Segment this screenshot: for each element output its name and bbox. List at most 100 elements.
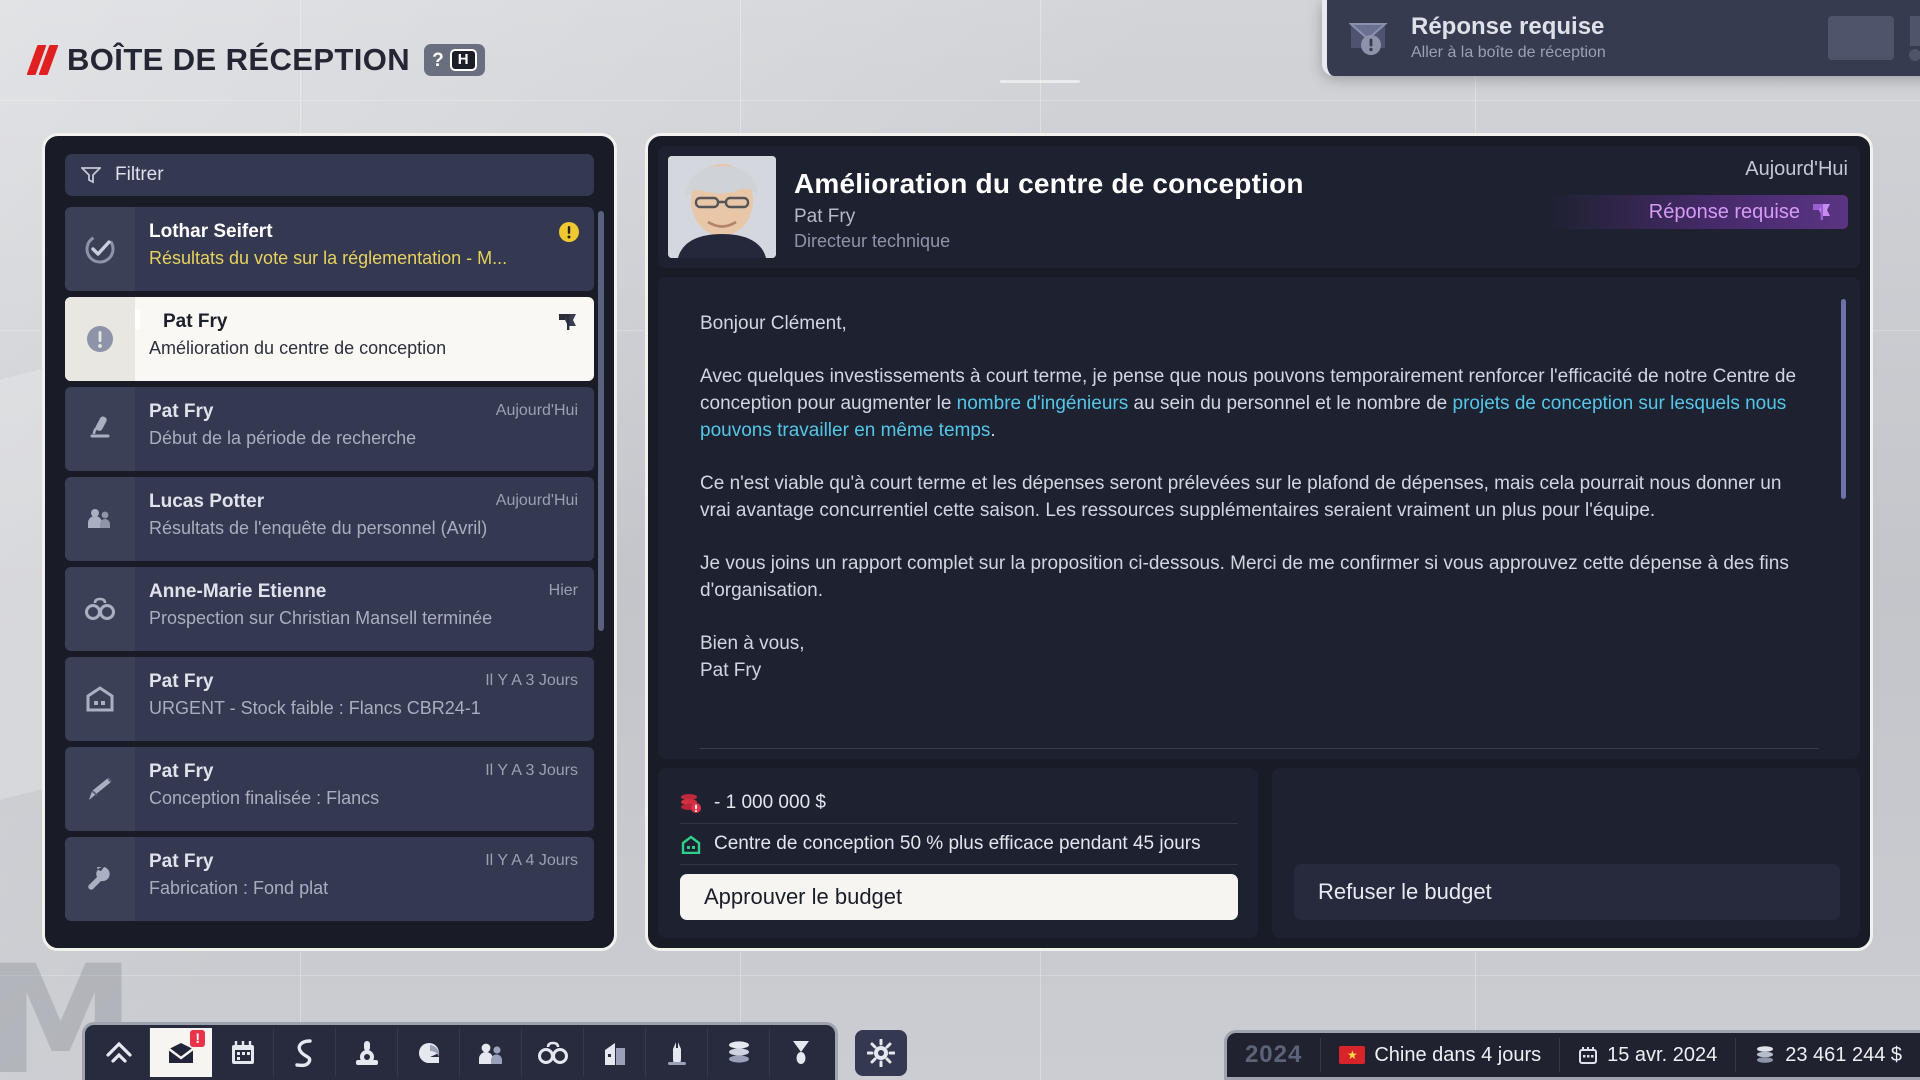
warehouse-icon bbox=[65, 657, 135, 741]
divider bbox=[700, 748, 1818, 749]
list-item-subject: Conception finalisée : Flancs bbox=[149, 788, 380, 808]
inbox-badge: ! bbox=[190, 1030, 205, 1047]
calendar-icon bbox=[229, 1039, 257, 1067]
page-title: BOÎTE DE RÉCEPTION ? H bbox=[26, 42, 485, 78]
list-item[interactable]: Pat Fry URGENT - Stock faible : Flancs C… bbox=[65, 657, 594, 741]
settings-button[interactable] bbox=[855, 1030, 907, 1076]
mail-signoff: Bien à vous, Pat Fry bbox=[700, 631, 1814, 685]
filter-label: Filtrer bbox=[115, 164, 164, 185]
next-race-label: Chine dans 4 jours bbox=[1374, 1043, 1542, 1066]
track-icon bbox=[292, 1038, 318, 1068]
approve-budget-button[interactable]: Approuver le budget bbox=[680, 874, 1238, 920]
status-badge: Réponse requise bbox=[1548, 195, 1848, 229]
taskbar-item-car-setup[interactable] bbox=[336, 1028, 398, 1077]
season-year-cell: 2024 bbox=[1227, 1038, 1322, 1072]
approve-budget-label: Approuver le budget bbox=[704, 884, 903, 909]
taskbar-item-helmet[interactable] bbox=[398, 1028, 460, 1077]
help-key-badge: H bbox=[449, 48, 477, 72]
mail-paragraph-1: Avec quelques investissements à court te… bbox=[700, 364, 1814, 445]
status-bar: 2024 ★ Chine dans 4 jours 15 avr. 2024 2… bbox=[1223, 1030, 1920, 1080]
taskbar-item-calendar[interactable] bbox=[212, 1028, 274, 1077]
staff-icon bbox=[65, 477, 135, 561]
list-item-time: Il Y A 4 Jours bbox=[485, 852, 578, 869]
reply-badge-label: Réponse requise bbox=[1648, 200, 1800, 223]
taskbar-item-finance[interactable] bbox=[708, 1028, 770, 1077]
taskbar-item-headquarters[interactable] bbox=[584, 1028, 646, 1077]
taskbar-item-scouting[interactable] bbox=[522, 1028, 584, 1077]
selected-marker bbox=[135, 309, 140, 329]
wrench-icon bbox=[65, 837, 135, 921]
list-item-subject: URGENT - Stock faible : Flancs CBR24-1 bbox=[149, 698, 481, 718]
envelope-alert-icon bbox=[1349, 20, 1395, 56]
check-circle-icon bbox=[65, 207, 135, 291]
list-item-sender: Pat Fry bbox=[163, 311, 228, 332]
bg-tick bbox=[1000, 80, 1080, 83]
mail-body: Bonjour Clément, Avec quelques investiss… bbox=[658, 277, 1860, 759]
p1-link-engineers[interactable]: nombre d'ingénieurs bbox=[957, 393, 1129, 414]
list-item[interactable]: Pat Fry Fabrication : Fond plat Il Y A 4… bbox=[65, 837, 594, 921]
brand-slashes-icon bbox=[26, 45, 59, 75]
mail-date: Aujourd'Hui bbox=[1745, 158, 1848, 180]
signature-text: Pat Fry bbox=[700, 659, 762, 681]
list-item-subject: Amélioration du centre de conception bbox=[149, 338, 447, 358]
mail-greeting: Bonjour Clément, bbox=[700, 313, 847, 334]
helmet-icon bbox=[415, 1039, 443, 1067]
list-item[interactable]: Pat Fry Amélioration du centre de concep… bbox=[65, 297, 594, 381]
finance-coins-icon bbox=[725, 1039, 753, 1067]
taskbar-item-home[interactable] bbox=[88, 1028, 150, 1077]
toast-subtitle: Aller à la boîte de réception bbox=[1411, 43, 1606, 61]
current-date: 15 avr. 2024 bbox=[1607, 1043, 1718, 1066]
funnel-icon bbox=[81, 166, 101, 184]
mail-detail-header: Amélioration du centre de conception Pat… bbox=[658, 146, 1860, 268]
signoff-text: Bien à vous, bbox=[700, 632, 805, 654]
taskbar-item-trophy[interactable] bbox=[770, 1028, 832, 1077]
reply-flag-icon bbox=[1810, 201, 1834, 223]
list-item-subject: Prospection sur Christian Mansell termin… bbox=[149, 608, 493, 628]
mail-action-area: - 1 000 000 $ Centre de conception 50 % … bbox=[658, 768, 1860, 938]
headquarters-icon bbox=[601, 1039, 629, 1067]
list-scrollbar[interactable] bbox=[598, 211, 604, 631]
list-item-time: Aujourd'Hui bbox=[495, 402, 578, 419]
p1-text-c: . bbox=[990, 419, 996, 441]
inbox-list-panel: Filtrer Lothar Seifert Résultats du vote… bbox=[42, 133, 617, 951]
mail-list[interactable]: Lothar Seifert Résultats du vote sur la … bbox=[65, 207, 604, 921]
car-setup-icon bbox=[353, 1038, 381, 1068]
flag-cn-icon: ★ bbox=[1339, 1046, 1366, 1064]
notification-toast[interactable]: Réponse requise Aller à la boîte de réce… bbox=[1322, 0, 1920, 76]
next-race-cell[interactable]: ★ Chine dans 4 jours bbox=[1321, 1038, 1561, 1072]
taskbar-item-inbox[interactable]: ! bbox=[150, 1028, 212, 1077]
page-title-text: BOÎTE DE RÉCEPTION bbox=[67, 42, 411, 77]
toast-title: Réponse requise bbox=[1411, 13, 1605, 41]
list-item-time: Il Y A 3 Jours bbox=[485, 672, 578, 689]
list-item[interactable]: Pat Fry Début de la période de recherche… bbox=[65, 387, 594, 471]
refuse-budget-label: Refuser le budget bbox=[1318, 879, 1492, 904]
taskbar-item-track[interactable] bbox=[274, 1028, 336, 1077]
taskbar-item-staff[interactable] bbox=[460, 1028, 522, 1077]
balance-cell: 23 461 244 $ bbox=[1736, 1038, 1920, 1072]
body-scrollbar[interactable] bbox=[1841, 299, 1846, 499]
bg-gridline bbox=[0, 100, 1920, 101]
facility-up-icon bbox=[680, 834, 702, 854]
list-item[interactable]: Lothar Seifert Résultats du vote sur la … bbox=[65, 207, 594, 291]
list-item-subject: Début de la période de recherche bbox=[149, 428, 417, 448]
budget-summary: - 1 000 000 $ Centre de conception 50 % … bbox=[658, 768, 1258, 938]
refuse-budget-button[interactable]: Refuser le budget bbox=[1294, 864, 1840, 920]
list-item[interactable]: Anne-Marie Etienne Prospection sur Chris… bbox=[65, 567, 594, 651]
car-design-icon bbox=[664, 1038, 690, 1068]
staff-icon bbox=[476, 1039, 506, 1067]
list-item-time: Il Y A 3 Jours bbox=[485, 762, 578, 779]
avatar bbox=[668, 156, 776, 258]
microscope-icon bbox=[65, 387, 135, 471]
taskbar-item-car-design[interactable] bbox=[646, 1028, 708, 1077]
help-hint[interactable]: ? H bbox=[424, 43, 485, 77]
list-item[interactable]: Pat Fry Conception finalisée : Flancs Il… bbox=[65, 747, 594, 831]
gear-icon bbox=[867, 1039, 895, 1067]
taskbar: ! bbox=[82, 1022, 838, 1080]
reply-flag-icon bbox=[556, 311, 580, 333]
filter-bar[interactable]: Filtrer bbox=[65, 154, 594, 196]
alert-badge bbox=[558, 221, 580, 243]
mail-paragraph-2: Ce n'est viable qu'à court terme et les … bbox=[700, 472, 1782, 521]
list-item-time: Hier bbox=[548, 582, 578, 599]
budget-cost-value: - 1 000 000 $ bbox=[714, 792, 826, 813]
list-item[interactable]: Lucas Potter Résultats de l'enquête du p… bbox=[65, 477, 594, 561]
